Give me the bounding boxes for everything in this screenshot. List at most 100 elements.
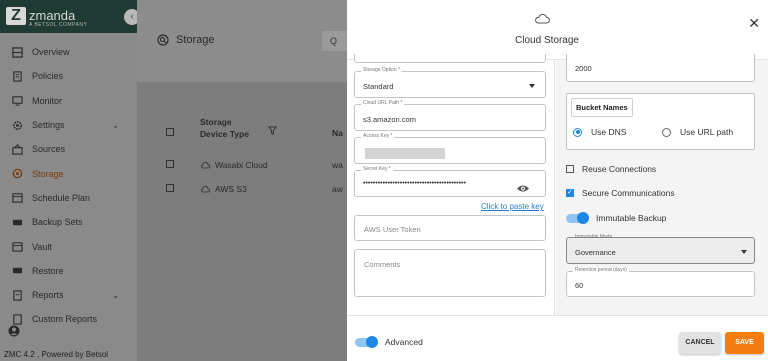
secret-key-value: ••••••••••••••••••••••••••••••••••••••••…	[363, 180, 466, 187]
sidebar-item-custom-reports[interactable]: Custom Reports	[0, 307, 137, 331]
cancel-button[interactable]: CANCEL	[679, 332, 721, 354]
close-icon[interactable]: ✕	[748, 16, 760, 30]
row-checkbox[interactable]	[166, 160, 174, 168]
page-title-text: Storage	[176, 34, 215, 46]
vault-icon	[11, 241, 23, 253]
reuse-connections-label: Reuse Connections	[582, 164, 657, 174]
sidebar-nav: Overview Policies Monitor Settings ⌄ Sou…	[0, 40, 137, 332]
sidebar-item-reports[interactable]: Reports ⌄	[0, 283, 137, 307]
access-key-label: Access Key *	[361, 133, 395, 139]
sidebar-item-label: Schedule Plan	[32, 192, 91, 203]
radio-unselected-icon	[662, 127, 671, 137]
toggle-on-icon	[355, 335, 378, 348]
dropdown-caret-icon	[529, 84, 535, 88]
sidebar-item-storage[interactable]: Storage	[0, 161, 137, 185]
storage-title-icon	[157, 34, 169, 46]
select-all-checkbox[interactable]	[166, 128, 174, 136]
logo-icon: Z	[6, 7, 26, 25]
cell-name: aw	[332, 184, 343, 194]
storage-option-value: Standard	[363, 82, 394, 91]
sidebar-item-settings[interactable]: Settings ⌄	[0, 113, 137, 137]
reuse-connections-checkbox[interactable]: Reuse Connections	[566, 164, 656, 174]
row-checkbox[interactable]	[166, 184, 174, 192]
toggle-on-icon	[566, 211, 589, 224]
sidebar-item-policies[interactable]: Policies	[0, 64, 137, 88]
port-value: 2000	[575, 64, 592, 73]
secret-key-field[interactable]: Secret Key * •••••••••••••••••••••••••••…	[354, 166, 546, 198]
user-avatar-icon[interactable]	[8, 324, 20, 342]
cell-type: Wasabi Cloud	[200, 160, 268, 170]
immutable-backup-label: Immutable Backup	[596, 213, 667, 223]
radio-use-dns-label: Use DNS	[591, 127, 627, 137]
access-key-field[interactable]: Access Key *	[354, 133, 546, 164]
column-header-type[interactable]: Storage Device Type	[200, 116, 255, 140]
restore-icon	[11, 265, 23, 277]
cell-type-text: Wasabi Cloud	[215, 160, 268, 170]
sidebar-item-overview[interactable]: Overview	[0, 40, 137, 64]
retention-period-field[interactable]: Retention period (days) 60	[566, 267, 755, 297]
advanced-label: Advanced	[385, 337, 423, 347]
sidebar-item-label: Monitor	[32, 95, 63, 106]
eye-icon[interactable]	[516, 180, 530, 198]
sidebar-item-label: Overview	[32, 47, 70, 58]
footer-text: ZMC 4.2 , Powered by Betsol	[4, 350, 109, 359]
sidebar-item-label: Storage	[32, 168, 64, 179]
immutable-mode-select[interactable]: Immutable Mode Governance	[566, 234, 755, 264]
modal-footer: Advanced CANCEL SAVE	[347, 315, 768, 361]
retention-period-value: 60	[575, 281, 584, 290]
sidebar-item-backup-sets[interactable]: Backup Sets	[0, 210, 137, 234]
monitor-icon	[11, 95, 23, 107]
sidebar-item-sources[interactable]: Sources	[0, 137, 137, 161]
radio-use-dns[interactable]: Use DNS	[573, 127, 626, 137]
cloud-url-label: Cloud URL Path *	[361, 100, 405, 106]
cell-name: wa	[332, 160, 343, 170]
cloud-url-field[interactable]: Cloud URL Path * s3.amazon.com	[354, 100, 546, 131]
grid-icon	[11, 46, 23, 58]
table-row[interactable]: Wasabi Cloud wa	[150, 152, 347, 176]
sidebar-item-monitor[interactable]: Monitor	[0, 89, 137, 113]
bucket-names-title: Bucket Names	[571, 98, 633, 117]
reports-icon	[11, 289, 23, 301]
comments-textarea[interactable]: Comments	[354, 249, 546, 297]
comments-placeholder: Comments	[364, 260, 401, 269]
dropdown-caret-icon	[741, 250, 747, 254]
aws-user-token-input[interactable]: AWS User Token	[354, 215, 546, 241]
sidebar-item-schedule-plan[interactable]: Schedule Plan	[0, 186, 137, 210]
left-column: Storage Option * Standard Cloud URL Path…	[347, 54, 555, 315]
advanced-toggle[interactable]: Advanced	[355, 335, 423, 348]
sidebar-item-label: Policies	[32, 71, 64, 82]
cloud-icon	[201, 161, 210, 168]
document-icon	[11, 70, 23, 82]
filter-icon[interactable]	[268, 122, 277, 140]
truncated-field[interactable]	[354, 54, 546, 63]
checkbox-checked-icon: ✓	[566, 189, 574, 197]
storage-option-label: Storage Option *	[361, 67, 402, 73]
search-input[interactable]: Q	[322, 31, 347, 51]
modal-title: Cloud Storage	[515, 35, 579, 46]
checkbox-unchecked-icon	[566, 165, 574, 173]
immutable-mode-label: Immutable Mode	[575, 234, 613, 240]
secure-communications-label: Secure Communications	[582, 188, 675, 198]
immutable-backup-toggle[interactable]: Immutable Backup	[566, 211, 667, 224]
cloud-storage-modal: Cloud Storage ✕ Storage Option * Standar…	[347, 0, 768, 361]
sidebar-item-vault[interactable]: Vault	[0, 234, 137, 258]
calendar-icon	[11, 192, 23, 204]
radio-selected-icon	[573, 127, 582, 137]
port-field[interactable]: 2000	[566, 54, 755, 82]
bucket-names-group: Bucket Names Use DNS Use URL path	[566, 93, 755, 150]
save-button[interactable]: SAVE	[725, 332, 764, 354]
sidebar-item-restore[interactable]: Restore	[0, 259, 137, 283]
secure-communications-checkbox[interactable]: ✓ Secure Communications	[566, 188, 675, 198]
cell-type-text: AWS S3	[215, 184, 247, 194]
backup-icon	[11, 216, 23, 228]
paste-key-link[interactable]: Click to paste key	[481, 202, 544, 211]
cloud-icon	[535, 14, 550, 24]
right-column: 2000 Bucket Names Use DNS Use URL path R…	[556, 54, 768, 315]
column-header-name[interactable]: Na	[332, 128, 343, 138]
sidebar-item-label: Backup Sets	[32, 217, 83, 228]
storage-option-select[interactable]: Storage Option * Standard	[354, 67, 546, 98]
table-header: Storage Device Type Na	[150, 112, 347, 152]
cloud-icon	[201, 185, 210, 192]
table-row[interactable]: AWS S3 aw	[150, 176, 347, 200]
radio-use-url-path[interactable]: Use URL path	[662, 127, 733, 137]
